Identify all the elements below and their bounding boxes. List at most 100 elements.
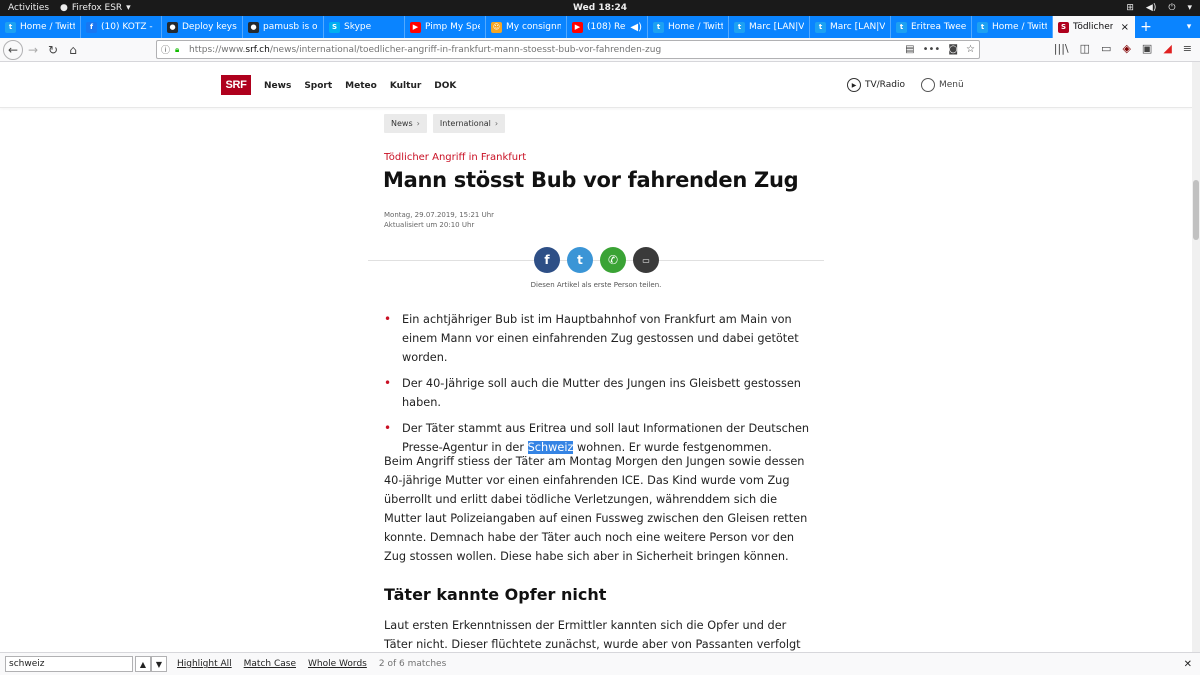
screenshot-icon[interactable]: ▭: [1101, 42, 1111, 55]
reload-button[interactable]: ↻: [43, 40, 63, 60]
tv-radio-link[interactable]: ▶ TV/Radio: [847, 78, 905, 92]
breadcrumb: News › International ›: [384, 114, 506, 133]
network-icon: ⊞: [1126, 3, 1134, 13]
facebook-icon: f: [86, 21, 97, 33]
chevron-right-icon: ›: [494, 119, 499, 128]
clock[interactable]: Wed 18:24: [0, 0, 1200, 16]
tab[interactable]: f (10) KOTZ -: [81, 16, 162, 38]
forward-button[interactable]: →: [23, 40, 43, 60]
tab[interactable]: ● pamusb is on: [243, 16, 324, 38]
share-twitter-button[interactable]: t: [567, 247, 593, 273]
tab[interactable]: t Eritrea Twee: [891, 16, 972, 38]
tab[interactable]: ● Deploy keys: [162, 16, 243, 38]
highlight-all-toggle[interactable]: Highlight All: [177, 659, 232, 669]
tab-label: Marc [LAN|V: [830, 22, 885, 32]
tab-label: Eritrea Twee: [911, 22, 966, 32]
nav-item-news[interactable]: News: [264, 81, 291, 91]
find-status: 2 of 6 matches: [378, 659, 447, 669]
tab[interactable]: ▶ Pimp My Spe: [405, 16, 486, 38]
info-icon[interactable]: ⓘ: [161, 43, 173, 56]
play-icon: ▶: [847, 78, 861, 92]
facebook-icon: f: [544, 253, 550, 267]
url-text[interactable]: https://www.srf.ch/news/international/to…: [189, 45, 661, 55]
breadcrumb-news[interactable]: News ›: [384, 114, 427, 133]
arrow-left-icon: ←: [7, 42, 19, 57]
menu-button[interactable]: Menü: [921, 78, 964, 92]
ublock-icon[interactable]: ◈: [1122, 42, 1130, 55]
article-meta: Montag, 29.07.2019, 15:21 Uhr Aktualisie…: [384, 210, 494, 230]
library-icon[interactable]: |||\: [1054, 42, 1069, 55]
reader-view-icon[interactable]: ▤: [905, 44, 914, 55]
youtube-icon: ▶: [410, 21, 421, 33]
bookmark-star-icon[interactable]: ☆: [966, 44, 975, 55]
find-input[interactable]: schweiz: [5, 656, 133, 672]
tab[interactable]: t Marc [LAN|V: [729, 16, 810, 38]
pocket-icon[interactable]: ◙: [948, 44, 958, 55]
tab[interactable]: t Marc [LAN|V: [810, 16, 891, 38]
close-icon[interactable]: ✕: [1184, 659, 1192, 670]
scrollbar-thumb[interactable]: [1193, 180, 1199, 240]
article-paragraph: Beim Angriff stiess der Täter am Montag …: [384, 455, 808, 563]
tab-label: Deploy keys: [182, 22, 237, 32]
close-icon[interactable]: ×: [1121, 22, 1129, 33]
tab-label: pamusb is on: [263, 22, 318, 32]
tab-label: Home / Twitt: [992, 22, 1047, 32]
share-facebook-button[interactable]: f: [534, 247, 560, 273]
nav-item-sport[interactable]: Sport: [304, 81, 332, 91]
nav-item-kultur[interactable]: Kultur: [390, 81, 421, 91]
tab[interactable]: ▶ (108) Revi ◀): [567, 16, 648, 38]
tab[interactable]: t Home / Twitt: [972, 16, 1053, 38]
nav-item-dok[interactable]: DOK: [434, 81, 456, 91]
twitter-icon: t: [815, 21, 826, 33]
share-buttons: f t ✆ ▭: [534, 247, 659, 273]
system-top-bar: Activities ● Firefox ESR ▾ Wed 18:24 ⊞ ◀…: [0, 0, 1200, 16]
find-next-button[interactable]: ▼: [151, 656, 167, 672]
chevron-down-icon: ▾: [1187, 3, 1192, 13]
toolbar-right: |||\ ◫ ▭ ◈ ▣ ◢ ≡: [1054, 42, 1192, 55]
sidebar-icon[interactable]: ◫: [1080, 42, 1090, 55]
twitter-icon: t: [977, 21, 988, 33]
search-icon: [921, 78, 935, 92]
page-actions-icon[interactable]: •••: [923, 44, 941, 55]
speaker-icon[interactable]: ◀): [630, 22, 642, 33]
tab-active[interactable]: S Tödlicher ×: [1053, 16, 1135, 38]
breadcrumb-international[interactable]: International ›: [432, 114, 506, 133]
extension-icon[interactable]: ▣: [1142, 42, 1152, 55]
home-button[interactable]: ⌂: [63, 40, 83, 60]
consignment-icon: ☺: [491, 21, 502, 33]
find-previous-button[interactable]: ▲: [135, 656, 151, 672]
tab[interactable]: ☺ My consignm: [486, 16, 567, 38]
tab[interactable]: t Home / Twitt: [648, 16, 729, 38]
power-icon: ⏻: [1168, 3, 1176, 13]
tab-list-button[interactable]: ▾: [1178, 16, 1200, 38]
srf-logo[interactable]: SRF: [221, 75, 251, 95]
tab[interactable]: S Skype: [324, 16, 405, 38]
share-whatsapp-button[interactable]: ✆: [600, 247, 626, 273]
share-comment-button[interactable]: ▭: [633, 247, 659, 273]
tab-label: Tödlicher: [1073, 22, 1114, 32]
hamburger-menu-icon[interactable]: ≡: [1183, 42, 1192, 55]
breadcrumb-label: International: [439, 119, 491, 128]
twitter-icon: t: [896, 21, 907, 33]
tab[interactable]: t Home / Twitt: [0, 16, 81, 38]
summary-item: Ein achtjähriger Bub ist im Hauptbahnhof…: [384, 310, 814, 367]
arrow-right-icon: →: [27, 42, 39, 57]
back-button[interactable]: ←: [3, 39, 23, 60]
menu-label: Menü: [939, 80, 964, 90]
article-headline: Mann stösst Bub vor fahrenden Zug: [383, 168, 799, 192]
match-case-toggle[interactable]: Match Case: [244, 659, 296, 669]
url-domain: srf.ch: [245, 44, 270, 55]
tab-strip: t Home / Twitt f (10) KOTZ - ● Deploy keys …: [0, 16, 1200, 38]
new-tab-button[interactable]: +: [1135, 16, 1157, 38]
scrollbar[interactable]: [1192, 62, 1200, 652]
site-nav: News Sport Meteo Kultur DOK: [264, 81, 456, 91]
nav-item-meteo[interactable]: Meteo: [345, 81, 377, 91]
tab-label: Skype: [344, 22, 372, 32]
url-bar[interactable]: ⓘ 🔒︎ https://www.srf.ch/news/internation…: [156, 40, 980, 59]
whole-words-toggle[interactable]: Whole Words: [308, 659, 367, 669]
twitter-icon: t: [577, 253, 583, 267]
system-status-area[interactable]: ⊞ ◀) ⏻ ▾: [1126, 0, 1192, 16]
lock-icon[interactable]: 🔒︎: [175, 45, 185, 55]
summary-item: Der 40-Jährige soll auch die Mutter des …: [384, 374, 814, 412]
megaphone-icon[interactable]: ◢: [1163, 42, 1171, 55]
